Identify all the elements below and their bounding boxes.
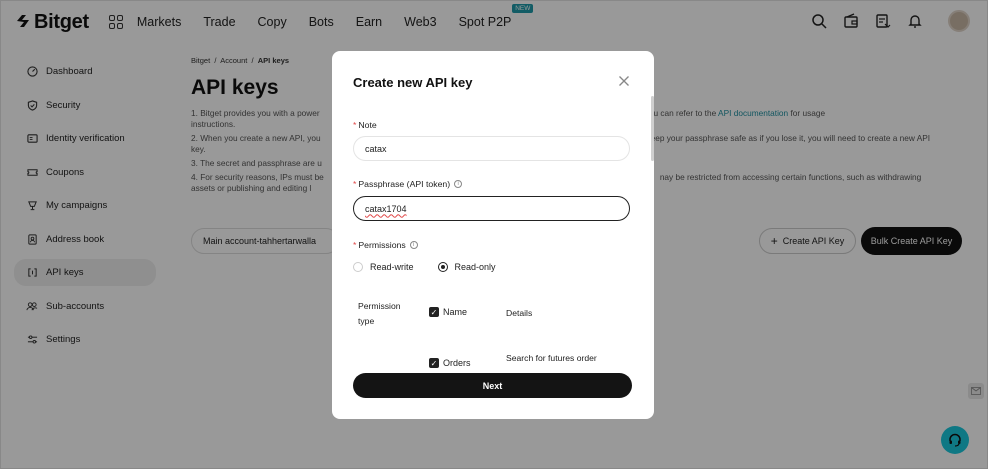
read-only-radio[interactable] [437, 262, 448, 272]
note-input[interactable]: catax [353, 136, 630, 161]
info-icon[interactable]: i [409, 241, 418, 249]
info-icon[interactable]: i [454, 180, 463, 188]
checkbox-checked-icon: ✓ [429, 307, 439, 317]
perm-orders-checkbox[interactable]: ✓ Orders [429, 358, 471, 368]
required-mark: * [353, 240, 357, 250]
perm-name-label: Name [443, 307, 468, 317]
permission-radio-group: Read-write Read-only [353, 262, 496, 272]
checkbox-checked-icon: ✓ [429, 358, 439, 368]
passphrase-input[interactable]: catax1704 [353, 196, 630, 221]
note-label-text: Note [358, 120, 377, 130]
required-mark: * [353, 120, 357, 130]
passphrase-label-text: Passphrase (API token) [358, 179, 451, 189]
close-icon[interactable] [618, 74, 630, 86]
passphrase-input-value: catax1704 [365, 203, 407, 214]
permissions-label-text: Permissions [358, 240, 406, 250]
modal-title: Create new API key [353, 75, 473, 90]
modal-scrollbar[interactable] [651, 96, 654, 161]
note-label: * Note [353, 120, 377, 130]
note-input-value: catax [365, 143, 387, 154]
perm-details-header: Details [506, 308, 533, 318]
read-write-radio[interactable] [353, 262, 363, 272]
permission-type-text: type [358, 316, 375, 326]
permissions-label: * Permissions i [353, 240, 418, 250]
perm-orders-label: Orders [443, 358, 471, 368]
passphrase-label: * Passphrase (API token) i [353, 179, 463, 189]
required-mark: * [353, 179, 357, 189]
read-only-label[interactable]: Read-only [455, 262, 496, 272]
perm-name-checkbox[interactable]: ✓ Name [429, 307, 467, 317]
next-button[interactable]: Next [353, 373, 632, 398]
create-api-key-modal: Create new API key * Note catax * Passph… [332, 51, 654, 419]
permission-type-text: Permission [358, 301, 401, 311]
read-write-label[interactable]: Read-write [370, 262, 414, 272]
permission-type-header: Permission type [358, 299, 408, 329]
perm-orders-detail: Search for futures order [506, 353, 597, 363]
